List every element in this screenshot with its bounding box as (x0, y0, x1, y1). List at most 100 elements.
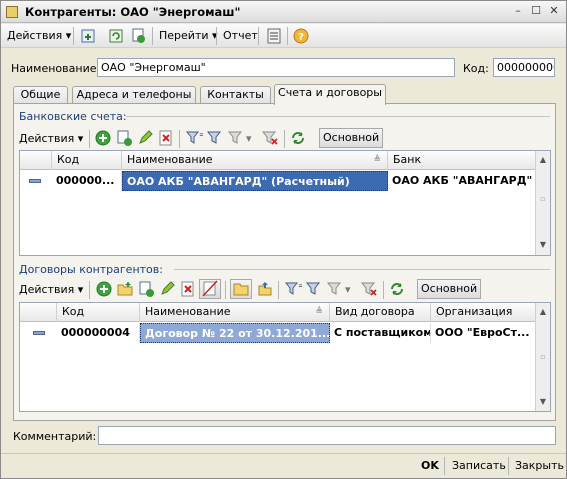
tab-addresses[interactable]: Адреса и телефоны (72, 86, 196, 104)
row-kind: С поставщиком (330, 323, 431, 343)
mark-delete-icon (202, 280, 218, 297)
row-code: 000000... (52, 171, 122, 191)
sort-icon: ≜ (315, 307, 323, 317)
bank-actions-menu[interactable]: Действия ▾ (19, 130, 83, 148)
refresh-form-icon[interactable] (107, 27, 125, 45)
separator (73, 27, 74, 45)
filter-icon[interactable] (305, 280, 323, 298)
code-field[interactable]: 000000006 (493, 58, 555, 77)
add-folder-icon[interactable] (116, 280, 134, 298)
mark-delete-toggle[interactable] (199, 279, 221, 299)
column-header-name[interactable]: Наименование ≜ (140, 303, 330, 322)
row-name: ОАО АКБ "АВАНГАРД" (Расчетный) (122, 171, 388, 191)
refresh-icon[interactable] (388, 280, 406, 298)
scroll-down-icon[interactable]: ▼ (537, 239, 549, 251)
grid-header: Код Наименование ≜ Вид договора Организац… (20, 303, 535, 322)
tab-accounts-contracts[interactable]: Счета и договоры (274, 84, 386, 105)
table-row[interactable]: 000000004 Договор № 22 от 30.12.201... С… (20, 323, 535, 343)
contracts-actions-menu[interactable]: Действия ▾ (19, 281, 83, 299)
actions-menu[interactable]: Действия ▾ (7, 27, 71, 45)
filter-clear-icon[interactable] (261, 129, 279, 147)
report-button[interactable]: Отчет (223, 27, 258, 45)
separator (89, 281, 90, 299)
close-button[interactable]: Закрыть (515, 459, 564, 472)
goto-up-icon[interactable] (79, 27, 97, 45)
name-label: Наименование: (11, 62, 101, 75)
hierarchy-toggle[interactable] (230, 279, 252, 299)
separator (216, 27, 217, 45)
filter-history-icon[interactable] (227, 129, 245, 147)
separator (225, 281, 226, 299)
help-icon[interactable]: ? (292, 27, 310, 45)
contract-icon (33, 331, 45, 335)
vertical-scrollbar[interactable]: ▲ ▫ ▼ (535, 151, 550, 255)
filter-value-icon[interactable]: = (185, 129, 203, 147)
close-icon[interactable]: ✕ (546, 4, 562, 19)
copy-icon[interactable] (129, 27, 147, 45)
copy-row-icon[interactable] (115, 129, 133, 147)
chevron-down-icon[interactable]: ▾ (345, 283, 351, 296)
row-code: 000000004 (57, 323, 140, 343)
column-label: Наименование (145, 305, 231, 318)
separator (383, 281, 384, 299)
edit-icon[interactable] (136, 129, 154, 147)
hierarchy-icon (233, 283, 249, 296)
divider (126, 116, 550, 117)
scroll-down-icon[interactable]: ▼ (537, 396, 549, 408)
scroll-up-icon[interactable]: ▲ (537, 154, 549, 166)
chevron-down-icon[interactable]: ▾ (246, 132, 252, 145)
delete-icon[interactable] (179, 280, 197, 298)
structure-icon[interactable] (265, 27, 283, 45)
column-header-kind[interactable]: Вид договора (330, 303, 431, 322)
column-header-bank[interactable]: Банк (388, 151, 535, 170)
bank-main-button[interactable]: Основной (319, 128, 384, 148)
comment-field[interactable] (98, 426, 556, 445)
tab-general[interactable]: Общие (13, 86, 68, 104)
tab-contacts[interactable]: Контакты (200, 86, 271, 104)
edit-icon[interactable] (158, 280, 176, 298)
row-organization: ООО "ЕвроСт... (435, 326, 530, 339)
ok-button[interactable]: OK (421, 459, 439, 472)
scroll-up-icon[interactable]: ▲ (537, 306, 549, 318)
svg-text:?: ? (298, 32, 304, 43)
catalog-icon (6, 6, 18, 18)
scroll-grip-icon[interactable]: ▫ (537, 351, 549, 363)
column-header-code[interactable]: Код (52, 151, 122, 170)
save-button[interactable]: Записать (452, 459, 506, 472)
row-bank: ОАО АКБ "АВАНГАРД" (392, 174, 533, 187)
filter-clear-icon[interactable] (360, 280, 378, 298)
column-label: Наименование (127, 153, 213, 166)
delete-icon[interactable] (157, 129, 175, 147)
bank-accounts-section-label: Банковские счета: (19, 110, 127, 123)
contracts-actions-label: Действия (19, 283, 75, 296)
column-header-organization[interactable]: Организация (431, 303, 535, 322)
sort-icon: ≜ (373, 155, 381, 165)
svg-text:=: = (199, 131, 203, 139)
name-field[interactable]: ОАО "Энергомаш" (97, 58, 455, 77)
bank-accounts-toolbar: Действия ▾ = ▾ Основной (19, 128, 549, 150)
divider (174, 269, 550, 270)
separator (284, 130, 285, 148)
scroll-grip-icon[interactable]: ▫ (537, 193, 549, 205)
contracts-main-button[interactable]: Основной (417, 279, 482, 299)
add-icon[interactable] (95, 280, 113, 298)
maximize-icon[interactable]: ☐ (528, 4, 544, 19)
window: Контрагенты: ОАО "Энергомаш" – ☐ ✕ Дейст… (0, 0, 567, 479)
table-row[interactable]: 000000... ОАО АКБ "АВАНГАРД" (Расчетный)… (20, 171, 535, 191)
copy-row-icon[interactable] (137, 280, 155, 298)
minimize-icon[interactable]: – (510, 4, 526, 19)
refresh-icon[interactable] (289, 129, 307, 147)
filter-value-icon[interactable]: = (284, 280, 302, 298)
column-header-code[interactable]: Код (57, 303, 140, 322)
window-title: Контрагенты: ОАО "Энергомаш" (25, 5, 241, 19)
vertical-scrollbar[interactable]: ▲ ▫ ▼ (535, 303, 550, 411)
column-header-name[interactable]: Наименование ≜ (122, 151, 388, 170)
main-toolbar: Действия ▾ Перейти ▾ Отчет ? (1, 24, 566, 48)
separator (89, 130, 90, 148)
level-up-icon[interactable] (256, 280, 274, 298)
add-icon[interactable] (94, 129, 112, 147)
filter-icon[interactable] (206, 129, 224, 147)
filter-history-icon[interactable] (326, 280, 344, 298)
goto-menu[interactable]: Перейти ▾ (159, 27, 218, 45)
contracts-toolbar: Действия ▾ = ▾ Основной (19, 279, 549, 301)
